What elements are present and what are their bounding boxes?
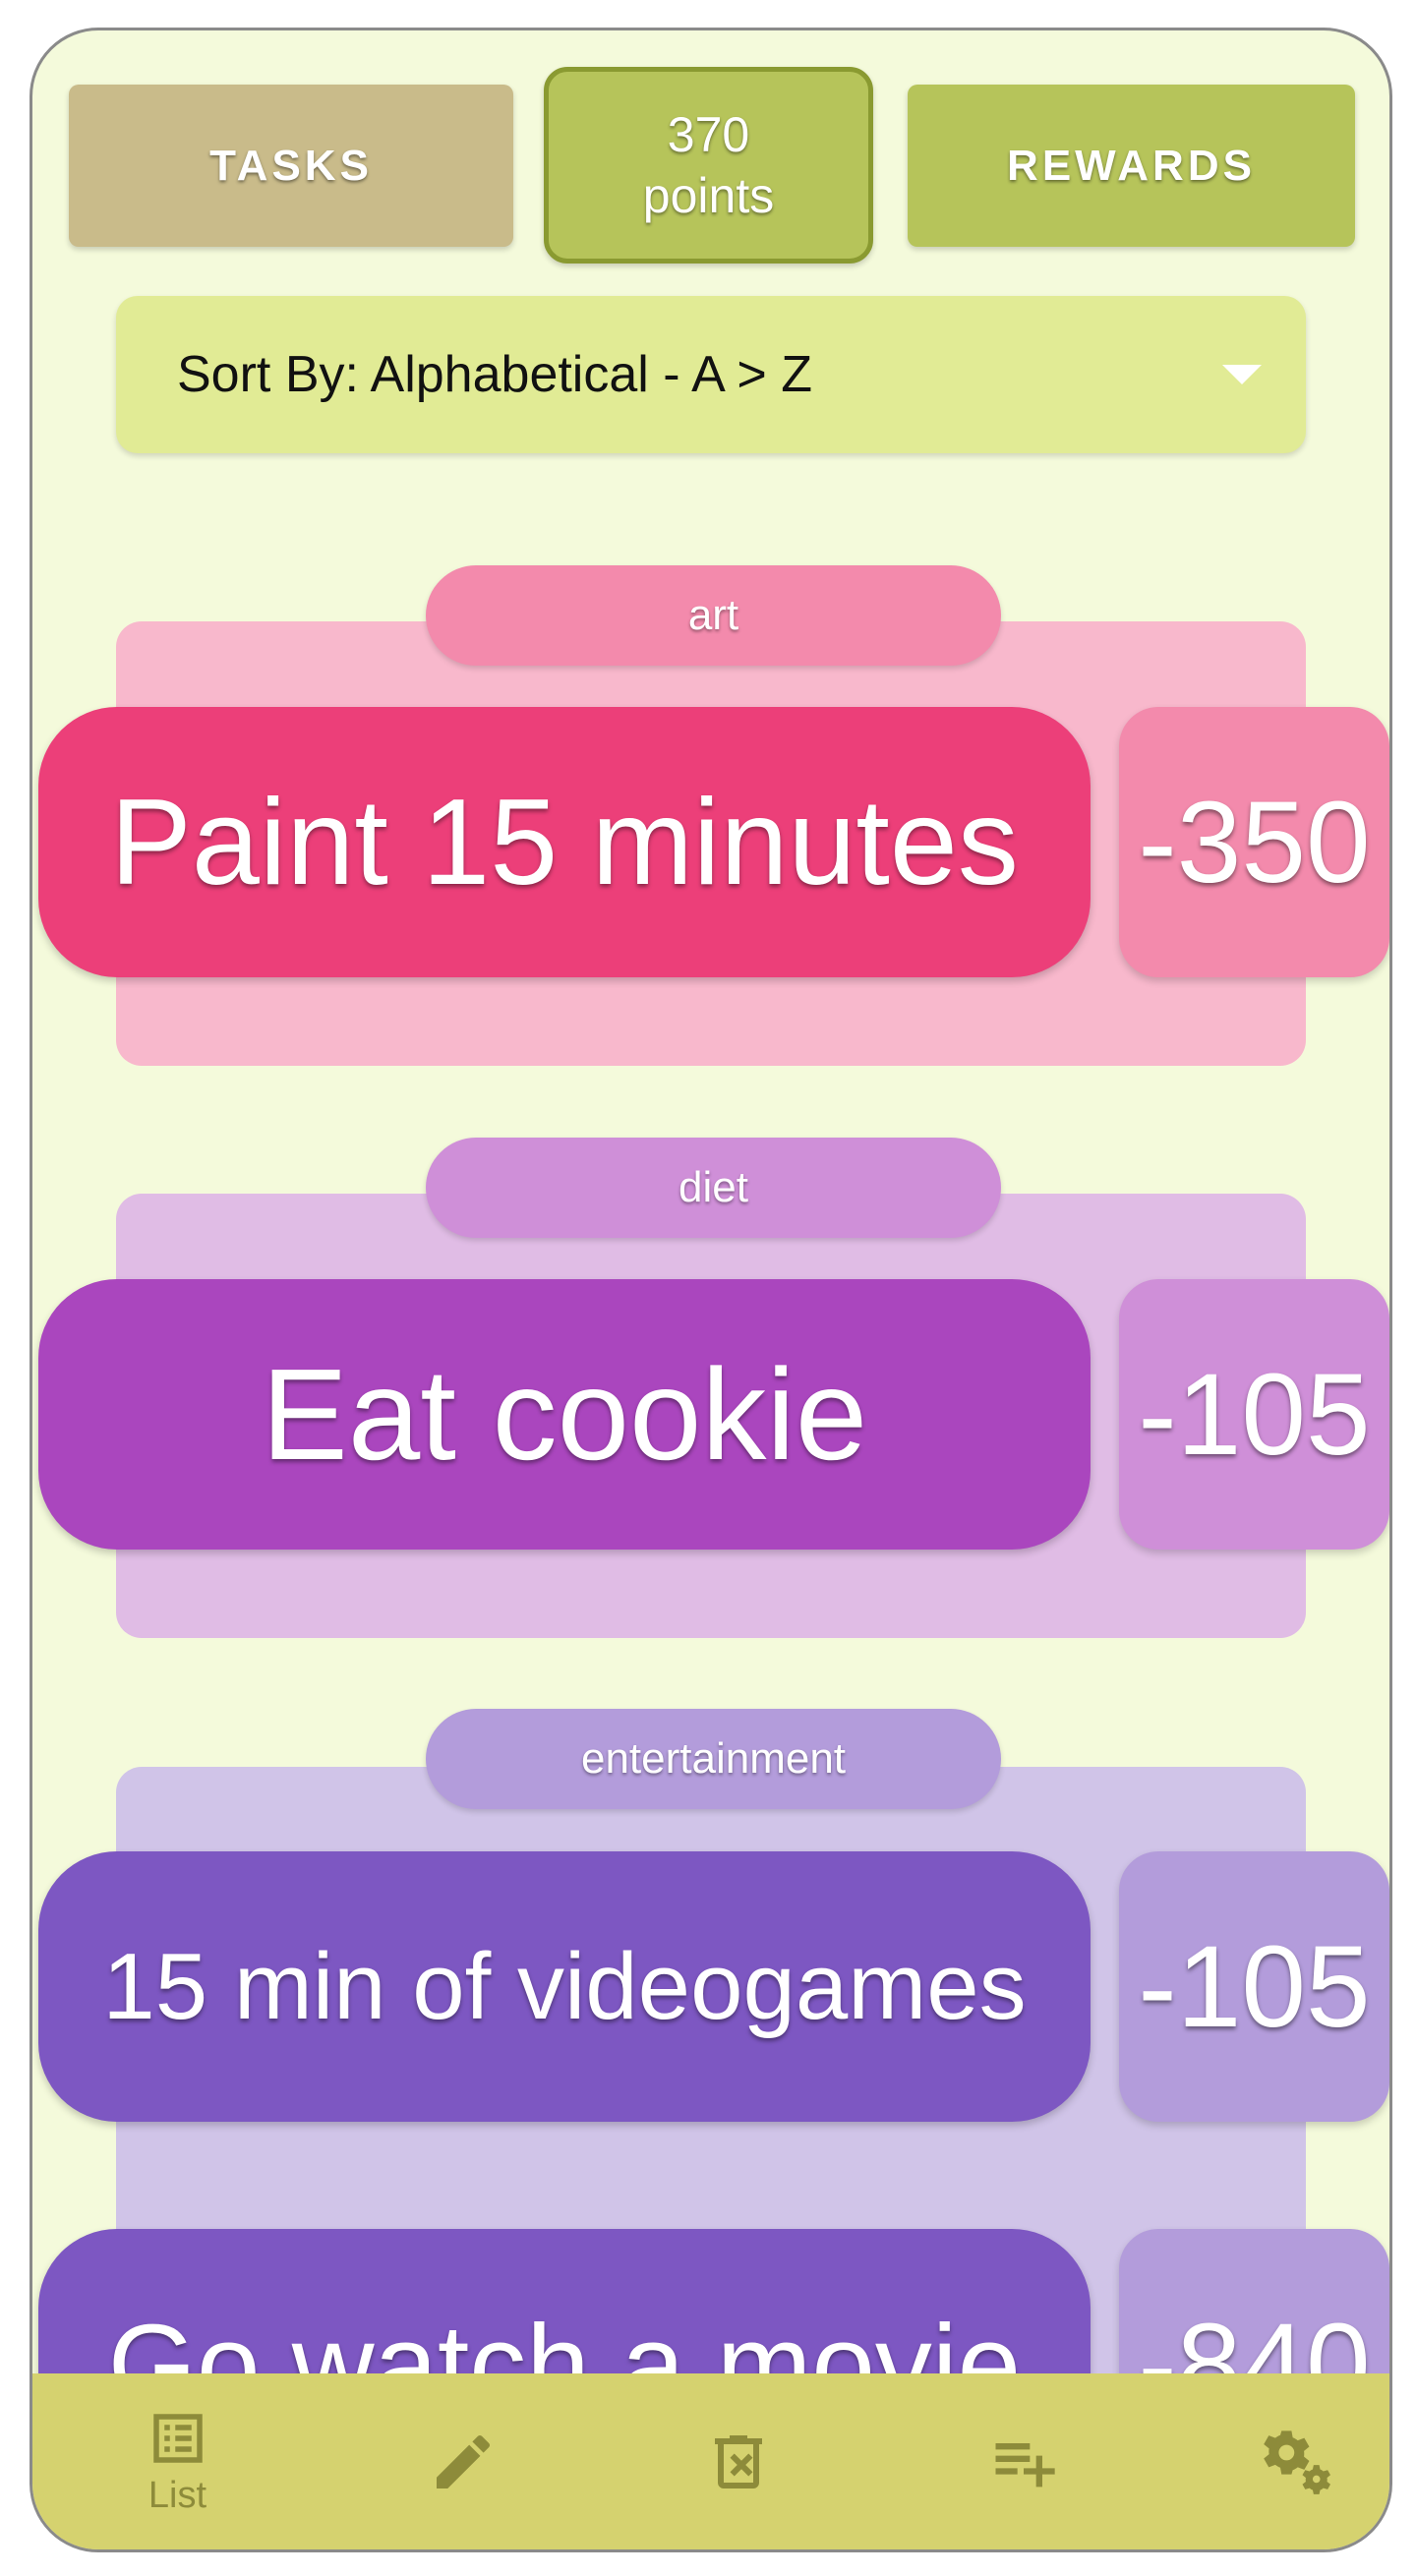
reward-cost: -350 bbox=[1119, 707, 1389, 977]
tasks-button[interactable]: TASKS bbox=[69, 85, 513, 247]
dropdown-arrow-icon bbox=[1222, 365, 1262, 384]
app-screen: TASKS 370 points REWARDS Sort By: Alphab… bbox=[30, 28, 1392, 2552]
points-display[interactable]: 370 points bbox=[544, 67, 873, 263]
bottom-navigation: List bbox=[32, 2373, 1389, 2549]
playlist-add-icon bbox=[995, 2442, 1055, 2487]
sort-dropdown[interactable]: Sort By: Alphabetical - A > Z bbox=[116, 296, 1306, 453]
settings-icon bbox=[1263, 2430, 1330, 2494]
category-label-art: art bbox=[426, 565, 1001, 666]
nav-add-item[interactable] bbox=[937, 2373, 1109, 2549]
reward-title: Paint 15 minutes bbox=[110, 774, 1019, 910]
nav-list-label: List bbox=[148, 2475, 207, 2516]
category-name: diet bbox=[678, 1163, 748, 1211]
reward-cost-value: -105 bbox=[1138, 1921, 1371, 2052]
nav-edit[interactable] bbox=[377, 2373, 549, 2549]
edit-icon bbox=[436, 2434, 490, 2488]
reward-title: Eat cookie bbox=[261, 1342, 868, 1487]
reward-item[interactable]: Paint 15 minutes bbox=[38, 707, 1091, 977]
category-name: entertainment bbox=[580, 1734, 847, 1783]
reward-cost: -105 bbox=[1119, 1851, 1389, 2122]
reward-item[interactable]: 15 min of videogames bbox=[38, 1851, 1091, 2122]
reward-cost-value: -350 bbox=[1138, 777, 1371, 907]
sort-label: Sort By: Alphabetical - A > Z bbox=[177, 346, 813, 403]
list-icon bbox=[152, 2414, 203, 2463]
points-value: 370 bbox=[667, 107, 750, 162]
category-label-diet: diet bbox=[426, 1138, 1001, 1238]
nav-list[interactable]: List bbox=[91, 2373, 264, 2549]
delete-icon bbox=[714, 2434, 762, 2488]
category-name: art bbox=[687, 591, 739, 639]
reward-cost-value: -105 bbox=[1138, 1349, 1371, 1480]
rewards-label: REWARDS bbox=[1007, 141, 1256, 190]
points-unit: points bbox=[642, 168, 775, 223]
category-label-entertainment: entertainment bbox=[426, 1709, 1001, 1809]
reward-item[interactable]: Eat cookie bbox=[38, 1279, 1091, 1550]
tasks-label: TASKS bbox=[209, 141, 373, 190]
nav-delete[interactable] bbox=[655, 2373, 827, 2549]
rewards-button[interactable]: REWARDS bbox=[908, 85, 1355, 247]
nav-settings[interactable] bbox=[1212, 2373, 1385, 2549]
reward-cost: -105 bbox=[1119, 1279, 1389, 1550]
reward-title: 15 min of videogames bbox=[102, 1933, 1027, 2039]
